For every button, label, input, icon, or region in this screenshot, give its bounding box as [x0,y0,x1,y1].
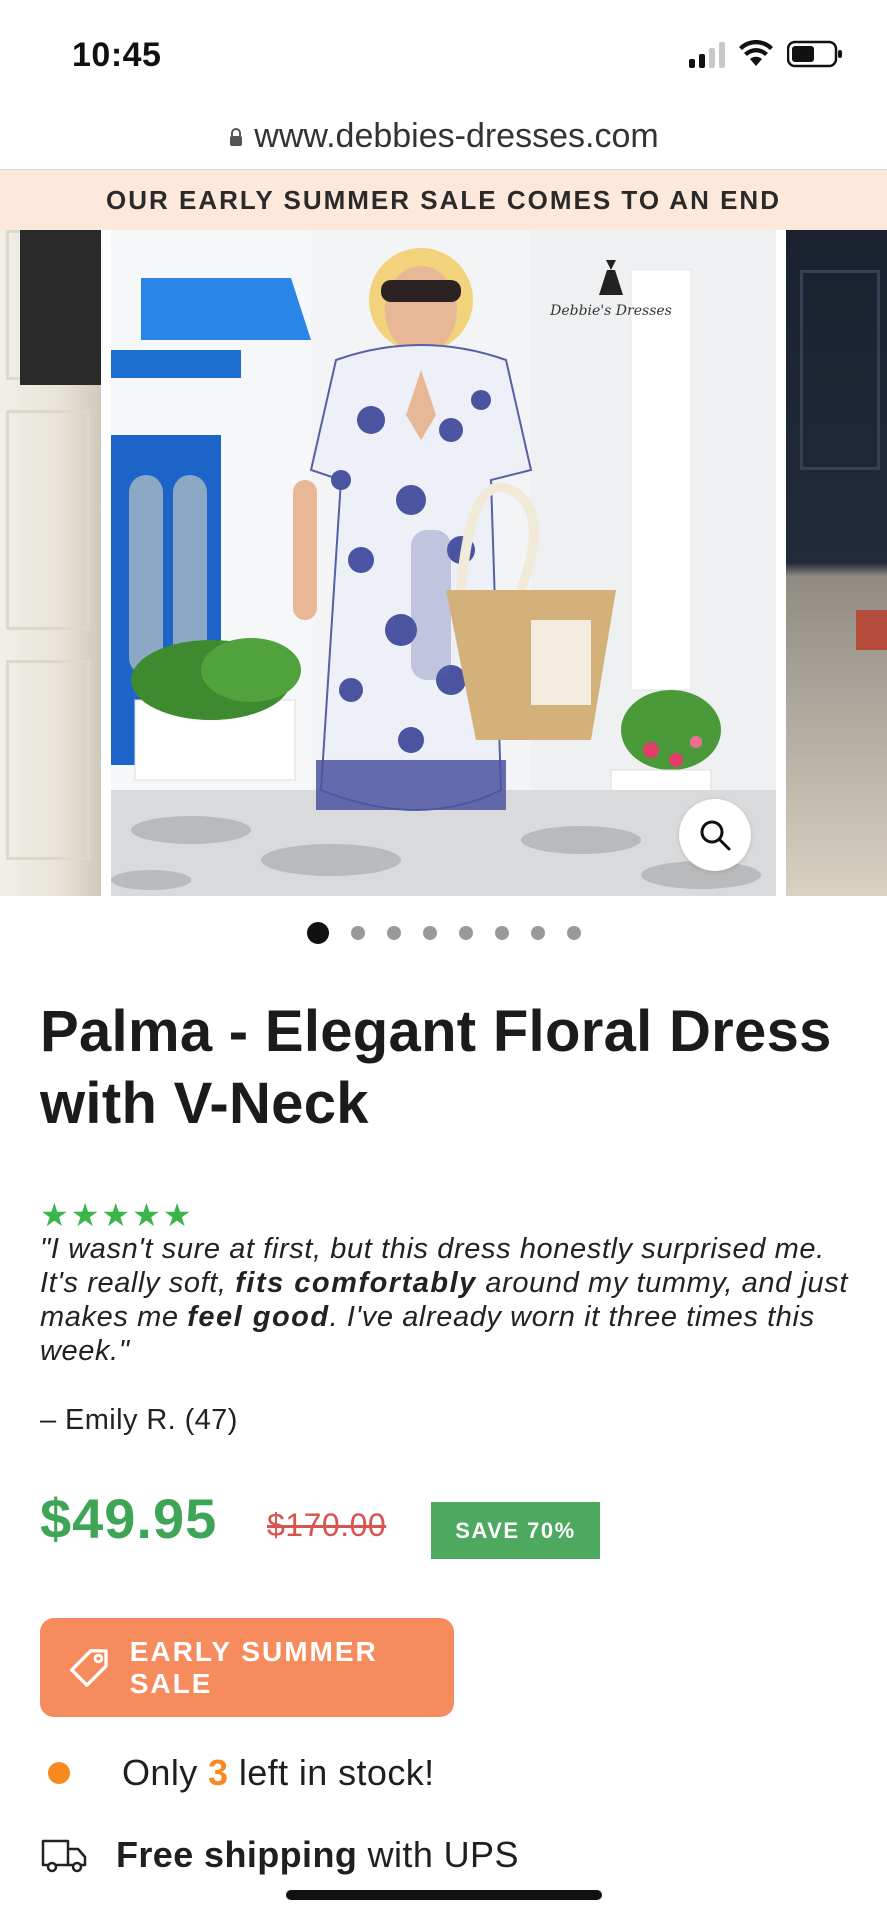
early-summer-sale-button[interactable]: EARLY SUMMER SALE [40,1618,454,1717]
cta-label: EARLY SUMMER SALE [129,1635,378,1699]
announcement-bar: OUR EARLY SUMMER SALE COMES TO AN END [0,170,887,230]
status-bar: 10:45 [0,0,887,110]
stock-count: 3 [208,1752,229,1793]
home-indicator[interactable] [286,1890,602,1900]
stock-dot-icon [48,1762,70,1784]
compare-price: $170.00 [267,1507,387,1543]
gallery-dot[interactable] [458,926,473,940]
save-badge: SAVE 70% [431,1502,600,1559]
gallery-slide-previous[interactable] [0,230,101,896]
gallery-dot[interactable] [306,922,329,944]
star-icon: ★ [132,1197,161,1233]
tag-icon [70,1648,108,1687]
gallery-pagination [0,922,887,944]
lock-icon [230,127,243,146]
signal-icon [689,40,725,68]
shipping-info: Free shipping with UPS [40,1834,519,1876]
product-title: Palma - Elegant Floral Dress with V-Neck [40,999,832,1136]
address-bar[interactable]: www.debbies-dresses.com [0,104,887,170]
gallery-dot[interactable] [386,926,401,940]
star-icon: ★ [101,1197,131,1233]
star-icon: ★ [40,1197,69,1233]
review-author: – Emily R. (47) [40,1404,238,1436]
product-gallery[interactable]: Debbie's Dresses [0,230,887,896]
search-icon [700,820,731,851]
product-photo: Debbie's Dresses [111,230,776,896]
gallery-dot[interactable] [494,926,509,940]
star-icon: ★ [70,1197,100,1233]
rating-stars: ★ ★ ★ ★ ★ [40,1197,192,1233]
product-image[interactable]: Debbie's Dresses [111,230,776,896]
zoom-button[interactable] [679,799,751,871]
star-icon: ★ [162,1197,192,1233]
battery-icon [787,40,842,68]
status-icons [689,40,843,68]
wifi-icon [739,40,773,66]
shipping-text: Free shipping with UPS [116,1834,519,1876]
stock-suffix: left in stock! [228,1752,435,1793]
truck-icon [41,1839,87,1873]
announcement-text: OUR EARLY SUMMER SALE COMES TO AN END [106,184,781,215]
stock-prefix: Only [122,1752,209,1793]
gallery-dot[interactable] [350,926,365,940]
status-time: 10:45 [72,36,162,74]
stock-indicator: Only 3 left in stock! [48,1752,435,1794]
stock-text: Only 3 left in stock! [122,1752,435,1794]
sale-price: $49.95 [40,1487,218,1550]
url-text: www.debbies-dresses.com [254,117,659,155]
gallery-slide-next[interactable] [786,230,887,896]
shipping-rest: with UPS [357,1834,519,1875]
gallery-dot[interactable] [422,926,437,940]
svg-text:Debbie's Dresses: Debbie's Dresses [549,303,672,319]
review-quote: "I wasn't sure at first, but this dress … [40,1232,850,1368]
gallery-dot[interactable] [530,926,545,940]
gallery-dot[interactable] [566,926,581,940]
review-highlight: feel good [187,1301,330,1333]
review-highlight: fits comfortably [235,1267,477,1299]
shipping-bold: Free shipping [116,1834,358,1875]
